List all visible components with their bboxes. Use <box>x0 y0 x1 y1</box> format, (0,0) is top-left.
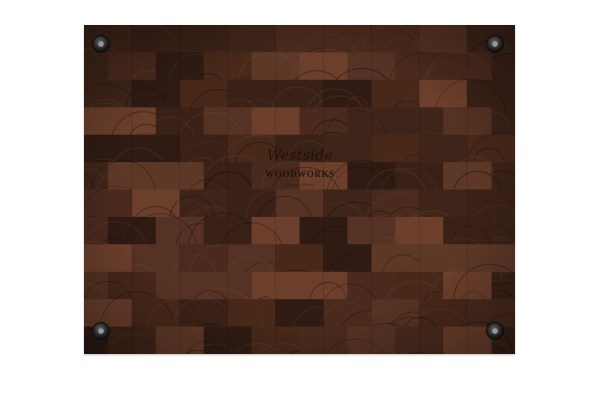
rubber-foot-icon <box>487 36 503 52</box>
rubber-foot-icon <box>93 36 109 52</box>
rubber-foot-icon <box>93 323 109 339</box>
product-photo: Westside WOODWORKS Calgary Alberta <box>0 0 600 400</box>
brand-script-text: Westside <box>267 148 333 164</box>
rubber-foot-icon <box>487 323 503 339</box>
brand-tagline: Calgary Alberta <box>285 182 315 187</box>
brand-block-text: WOODWORKS <box>265 169 335 179</box>
brand-logo: Westside WOODWORKS Calgary Alberta <box>230 145 370 225</box>
